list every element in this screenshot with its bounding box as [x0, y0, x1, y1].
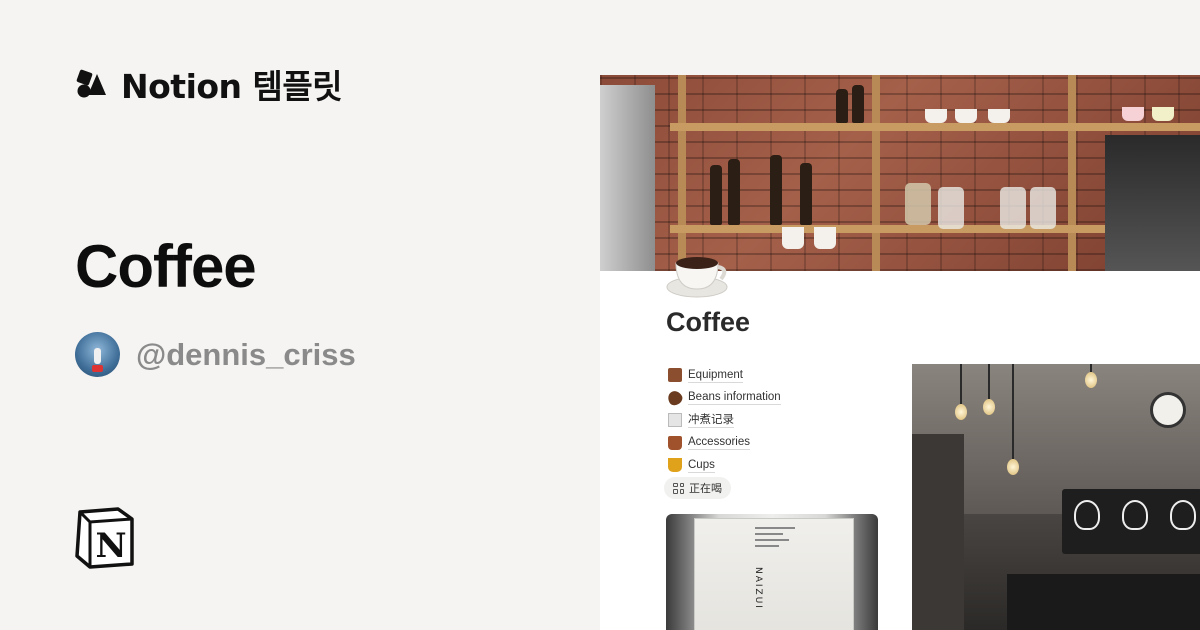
grinder-icon — [668, 435, 682, 450]
cup-icon — [668, 458, 682, 473]
page-title: Coffee — [75, 233, 257, 300]
gallery-view-label[interactable]: 正在喝 — [689, 480, 722, 496]
subpage-label[interactable]: 冲煮记录 — [688, 413, 734, 428]
notion-n-logo-icon: N — [75, 507, 134, 569]
subpage-label[interactable]: Beans information — [688, 390, 781, 406]
notion-page-preview: Coffee Equipment Beans information 冲煮记录 … — [600, 75, 1200, 630]
notion-shapes-icon — [76, 69, 106, 98]
subpage-label[interactable]: Cups — [688, 458, 715, 473]
subpage-label[interactable]: Equipment — [688, 368, 743, 383]
clock-icon — [1150, 392, 1186, 428]
subpage-label[interactable]: Accessories — [688, 435, 750, 451]
preview-page-title: Coffee — [666, 307, 751, 337]
gallery-grid-icon — [673, 482, 684, 494]
subpage-link-brew-log[interactable]: 冲煮记录 — [668, 409, 781, 432]
bag-brand-text: NAIZUI — [753, 567, 763, 610]
gallery-card[interactable]: NAIZUI — [666, 514, 878, 630]
subpage-list: Equipment Beans information 冲煮记录 Accesso… — [665, 364, 781, 477]
subpage-link-cups[interactable]: Cups — [668, 454, 781, 477]
notepad-icon — [668, 413, 682, 428]
gallery-view-tab[interactable]: 正在喝 — [664, 477, 731, 499]
cover-image — [600, 75, 1200, 271]
subpage-link-accessories[interactable]: Accessories — [668, 432, 781, 455]
coffee-bag-image: NAIZUI — [694, 518, 854, 630]
svg-text:N: N — [95, 526, 126, 566]
author-handle[interactable]: @dennis_criss — [136, 337, 356, 373]
coffee-beans-icon — [665, 388, 685, 408]
coffee-cup-icon — [666, 257, 728, 298]
brand-text: Notion 템플릿 — [121, 67, 343, 106]
brand-header: Notion 템플릿 — [75, 60, 343, 108]
cafe-photo — [912, 364, 1200, 630]
subpage-link-equipment[interactable]: Equipment — [668, 364, 781, 387]
avatar-icon[interactable] — [75, 332, 120, 377]
coffee-machine-icon — [668, 368, 682, 383]
subpage-link-beans[interactable]: Beans information — [665, 387, 781, 410]
author-info[interactable]: @dennis_criss — [75, 332, 356, 377]
